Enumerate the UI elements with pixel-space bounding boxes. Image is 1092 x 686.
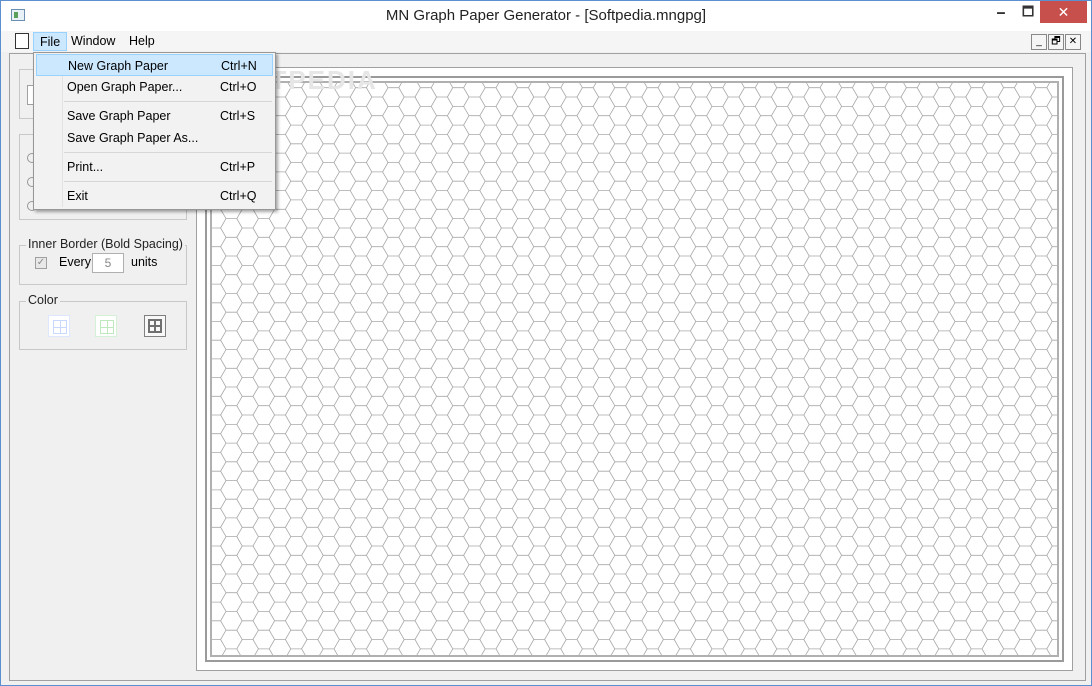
units-label: units xyxy=(131,255,158,269)
menu-help[interactable]: Help xyxy=(123,32,161,51)
minimize-button[interactable]: 🗕 xyxy=(986,1,1016,23)
line-color-button[interactable] xyxy=(95,315,117,337)
close-button[interactable]: ✕ xyxy=(1040,1,1087,23)
file-menu-dropdown: New Graph Paper Ctrl+N Open Graph Paper.… xyxy=(33,52,276,210)
window-title: MN Graph Paper Generator - [Softpedia.mn… xyxy=(385,7,707,24)
grid-color-swatch-icon xyxy=(100,320,114,334)
menu-window[interactable]: Window xyxy=(65,32,121,51)
menu-item-shortcut: Ctrl+S xyxy=(220,109,256,123)
menu-item-label: Save Graph Paper xyxy=(67,109,171,123)
hexagon-grid-lines xyxy=(212,83,1057,655)
menu-item-exit[interactable]: Exit Ctrl+Q xyxy=(36,185,273,207)
paper-inner-border xyxy=(210,81,1059,657)
menu-item-label: Print... xyxy=(67,160,104,174)
menu-item-print[interactable]: Print... Ctrl+P xyxy=(36,156,273,178)
menu-item-label: Exit xyxy=(67,189,88,203)
color-title: Color xyxy=(26,293,60,307)
menu-separator xyxy=(64,181,272,182)
background-color-button[interactable] xyxy=(48,315,70,337)
groupbox-inner-border: Inner Border (Bold Spacing) ✓ Every 5 un… xyxy=(19,237,187,285)
menu-item-save-graph-paper[interactable]: Save Graph Paper Ctrl+S xyxy=(36,105,273,127)
menu-file[interactable]: File xyxy=(33,32,68,51)
menu-item-shortcut: Ctrl+N xyxy=(221,59,257,73)
mdi-close-button[interactable]: ✕ xyxy=(1065,34,1081,50)
menu-item-shortcut: Ctrl+Q xyxy=(220,189,257,203)
grid-color-swatch-icon xyxy=(148,319,162,333)
mdi-controls: _ 🗗 ✕ xyxy=(1030,34,1081,50)
spacing-input[interactable]: 5 xyxy=(92,253,124,273)
menu-separator xyxy=(64,152,272,153)
mdi-restore-button[interactable]: 🗗 xyxy=(1048,34,1064,50)
grid-color-swatch-icon xyxy=(53,320,67,334)
menu-separator xyxy=(64,101,272,102)
title-bar[interactable]: MN Graph Paper Generator - [Softpedia.mn… xyxy=(1,1,1091,31)
menu-item-shortcut: Ctrl+O xyxy=(220,80,257,94)
maximize-button[interactable]: 🗖 xyxy=(1013,1,1043,23)
every-label: Every xyxy=(59,255,91,269)
menu-item-label: Open Graph Paper... xyxy=(67,80,183,94)
menu-item-save-graph-paper-as[interactable]: Save Graph Paper As... xyxy=(36,127,273,149)
inner-border-checkbox[interactable]: ✓ xyxy=(35,257,47,269)
mdi-minimize-button[interactable]: _ xyxy=(1031,34,1047,50)
app-window: MN Graph Paper Generator - [Softpedia.mn… xyxy=(0,0,1092,686)
paper-outer-border xyxy=(205,76,1064,662)
menu-item-open-graph-paper[interactable]: Open Graph Paper... Ctrl+O xyxy=(36,76,273,98)
menu-item-new-graph-paper[interactable]: New Graph Paper Ctrl+N xyxy=(36,54,273,76)
groupbox-color: Color xyxy=(19,293,187,350)
menu-item-label: New Graph Paper xyxy=(68,59,169,73)
inner-border-title: Inner Border (Bold Spacing) xyxy=(26,237,185,251)
border-color-button[interactable] xyxy=(144,315,166,337)
menu-item-shortcut: Ctrl+P xyxy=(220,160,256,174)
document-icon[interactable] xyxy=(15,33,29,49)
graph-paper-preview[interactable] xyxy=(196,67,1073,671)
menu-bar: File Window Help xyxy=(1,31,1091,52)
hexagon-grid xyxy=(212,83,1057,655)
menu-item-label: Save Graph Paper As... xyxy=(67,131,199,145)
